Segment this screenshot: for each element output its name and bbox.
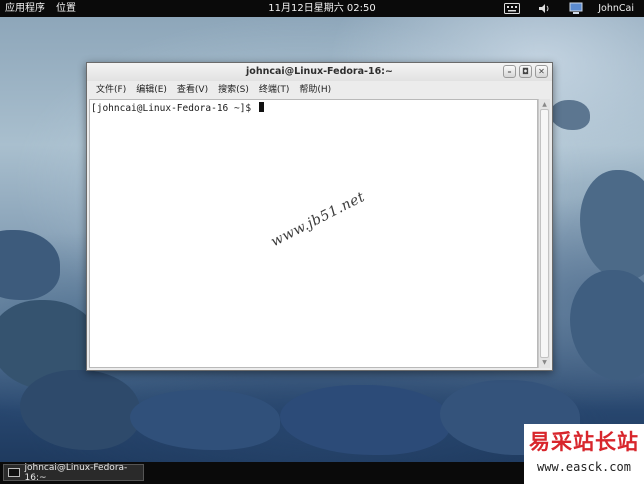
scroll-down-icon[interactable]: ▼ (540, 358, 549, 367)
scroll-up-icon[interactable]: ▲ (540, 100, 549, 109)
menu-help[interactable]: 帮助(H) (294, 82, 336, 99)
brand-url: www.easck.com (537, 460, 631, 474)
top-panel: 应用程序 位置 11月12日星期六 02:50 JohnCai (0, 0, 644, 17)
text-cursor (258, 102, 264, 112)
rock-decoration (20, 370, 140, 450)
window-title: johncai@Linux-Fedora-16:~ (246, 66, 393, 77)
terminal-icon (8, 468, 20, 477)
terminal-area[interactable]: [johncai@Linux-Fedora-16 ~]$ (89, 99, 538, 368)
places-menu[interactable]: 位置 (51, 0, 82, 17)
maximize-icon[interactable]: ◘ (519, 65, 532, 78)
close-icon[interactable]: ✕ (535, 65, 548, 78)
volume-icon[interactable] (535, 2, 553, 15)
menu-edit[interactable]: 编辑(E) (131, 82, 172, 99)
menu-search[interactable]: 搜索(S) (213, 82, 254, 99)
window-controls: – ◘ ✕ (503, 65, 548, 78)
brand-logo: 易采站长站 www.easck.com (524, 424, 644, 484)
clock[interactable]: 11月12日星期六 02:50 (268, 3, 375, 14)
rock-decoration (570, 270, 644, 380)
minimize-icon[interactable]: – (503, 65, 516, 78)
taskbar-label: johncai@Linux-Fedora-16:~ (24, 462, 128, 483)
taskbar-terminal-button[interactable]: johncai@Linux-Fedora-16:~ (3, 462, 144, 483)
window-titlebar[interactable]: johncai@Linux-Fedora-16:~ – ◘ ✕ (87, 63, 552, 81)
rock-decoration (580, 170, 644, 280)
rock-decoration (550, 100, 590, 130)
rock-decoration (130, 390, 280, 450)
rock-decoration (280, 385, 450, 455)
user-menu[interactable]: JohnCai (592, 3, 644, 14)
network-icon[interactable] (567, 2, 585, 15)
scrollbar[interactable]: ▲ ▼ (538, 99, 550, 368)
terminal-prompt: [johncai@Linux-Fedora-16 ~]$ (91, 103, 257, 114)
brand-name: 易采站长站 (529, 429, 639, 454)
menu-bar: 文件(F) 编辑(E) 查看(V) 搜索(S) 终端(T) 帮助(H) (87, 82, 552, 99)
keyboard-icon[interactable] (503, 2, 521, 15)
scroll-thumb[interactable] (540, 109, 549, 358)
applications-menu[interactable]: 应用程序 (0, 0, 51, 17)
rock-decoration (0, 230, 60, 300)
menu-file[interactable]: 文件(F) (91, 82, 131, 99)
system-tray: JohnCai (496, 0, 644, 17)
menu-view[interactable]: 查看(V) (172, 82, 213, 99)
menu-terminal[interactable]: 终端(T) (254, 82, 295, 99)
